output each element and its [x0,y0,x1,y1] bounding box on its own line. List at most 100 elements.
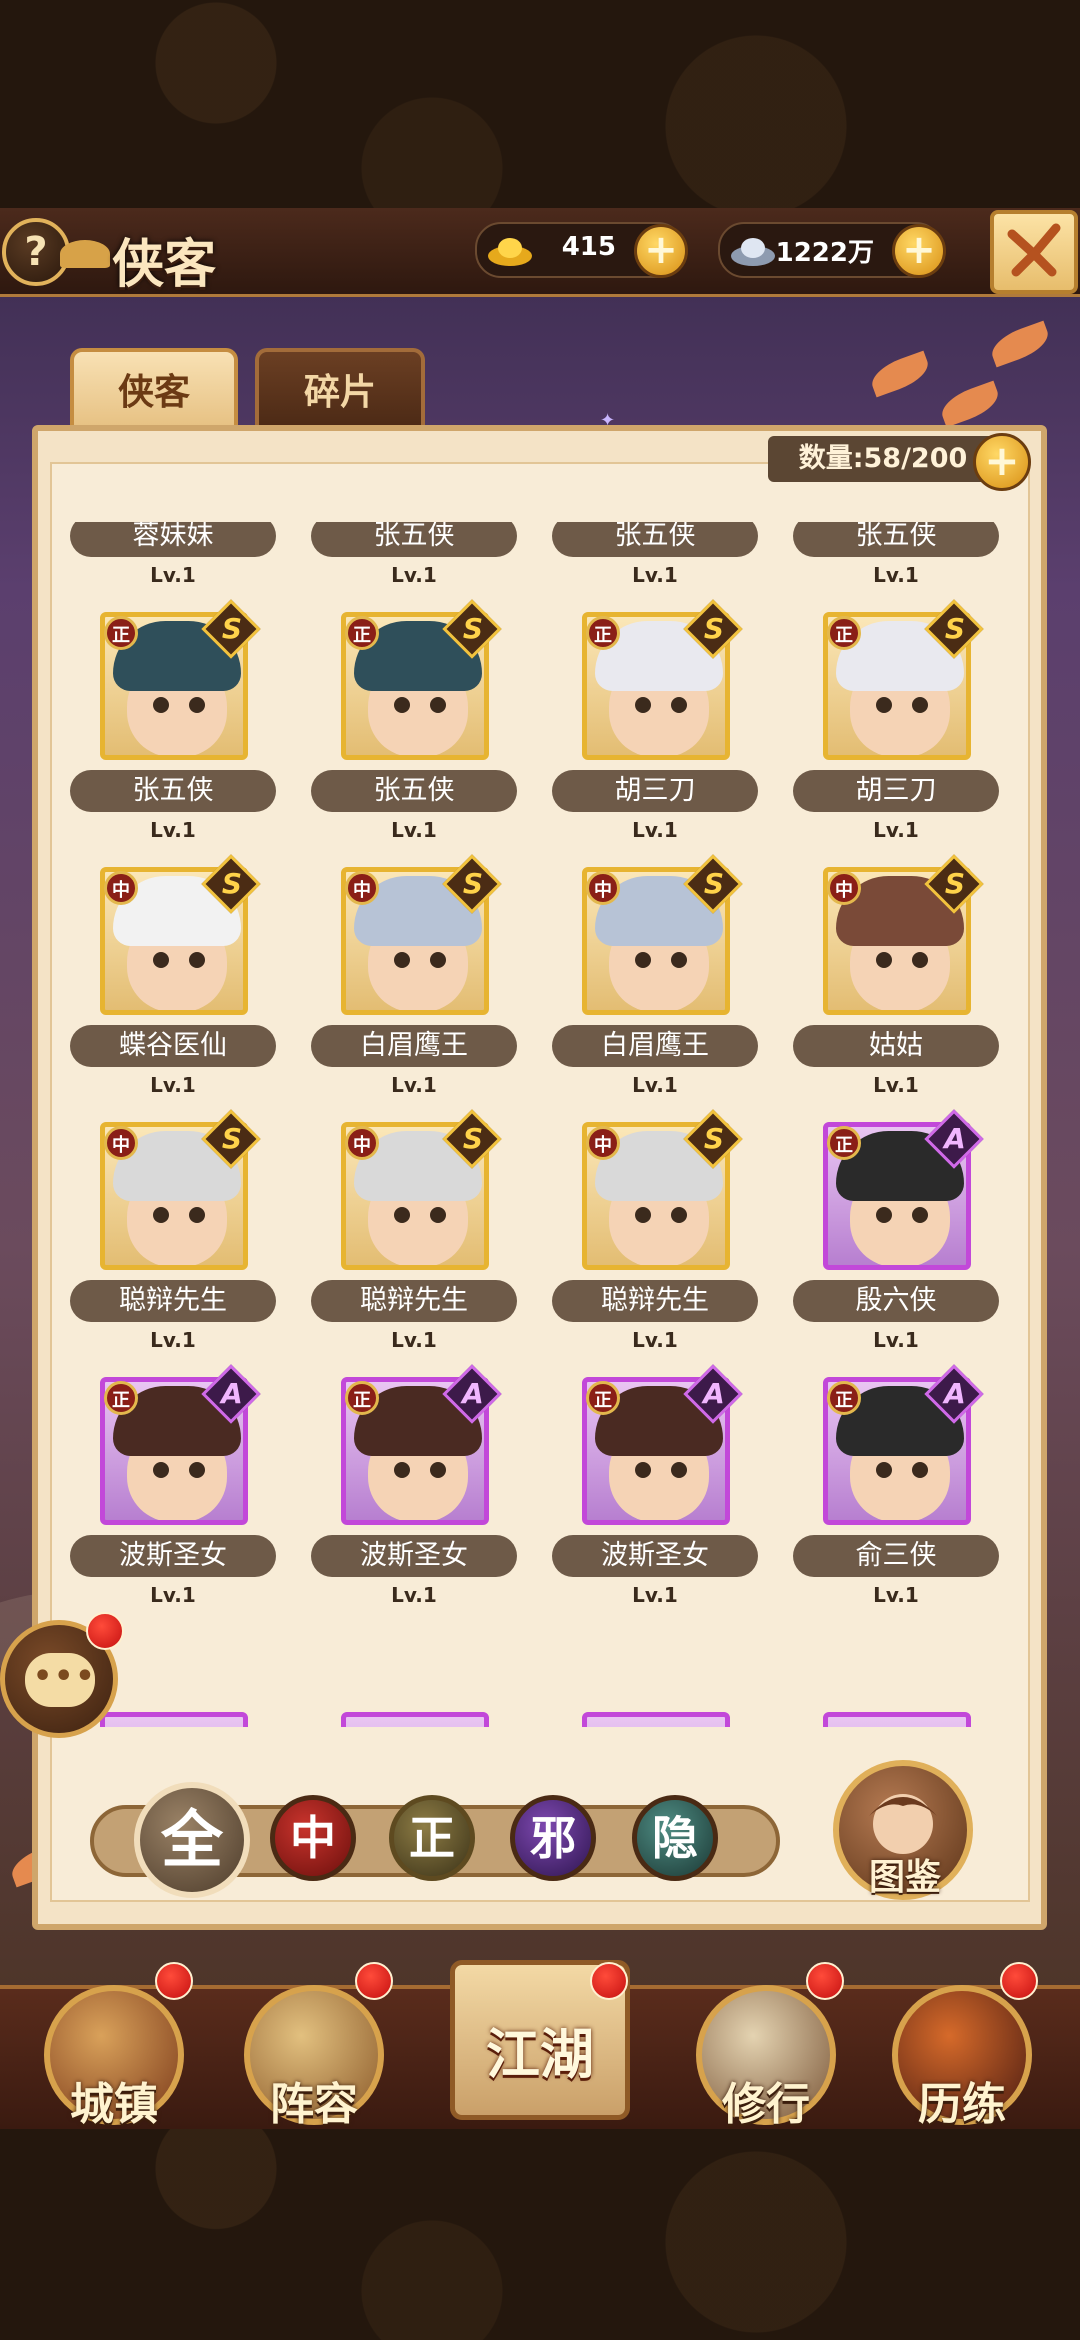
hero-level: Lv.1 [632,1328,678,1352]
hero-name: 白眉鹰王 [311,1025,517,1067]
grade-letter: S [703,867,725,900]
nav-trials-label: 历练 [918,2079,1006,2130]
hero-name: 白眉鹰王 [552,1025,758,1067]
hero-eye [394,697,410,713]
hero-eye [876,697,892,713]
expand-capacity-button[interactable]: + [973,433,1031,491]
hero-card[interactable]: 正 S 张五侠 Lv.1 [311,599,517,862]
hero-level: Lv.1 [391,1583,437,1607]
nav-town-label: 城镇 [70,2079,158,2130]
hero-card[interactable]: 正 A 波斯圣女 Lv.1 [552,1364,758,1627]
faction-badge: 中 [827,871,861,905]
hero-level: Lv.1 [873,1583,919,1607]
hero-level: Lv.1 [150,1073,196,1097]
hero-name: 殷六侠 [793,1280,999,1322]
filter-hidden-button[interactable]: 隐 [632,1795,718,1881]
hero-card[interactable]: 中 S 蝶谷医仙 Lv.1 [70,854,276,1117]
grade-letter: S [703,612,725,645]
hero-name: 姑姑 [793,1025,999,1067]
grade-letter: S [944,612,966,645]
hero-name: 胡三刀 [793,770,999,812]
add-gold-button[interactable]: + [634,224,688,278]
faction-badge: 正 [104,1381,138,1415]
hero-level: Lv.1 [150,563,196,587]
faction-badge: 中 [104,1126,138,1160]
hero-card[interactable]: 张五侠 Lv.1 [552,522,758,607]
hero-card[interactable]: 中 S 聪辩先生 Lv.1 [311,1109,517,1372]
hero-card[interactable]: 中 S 白眉鹰王 Lv.1 [311,854,517,1117]
tab-heroes[interactable]: 侠客 [70,348,238,430]
hero-level: Lv.1 [632,1073,678,1097]
grade-letter: S [462,1122,484,1155]
hero-card[interactable]: 正 A 波斯圣女 Lv.1 [311,1364,517,1627]
hero-card[interactable]: 正 A 波斯圣女 Lv.1 [70,1364,276,1627]
hero-eye [876,1462,892,1478]
hero-name: 张五侠 [793,522,999,557]
hero-level: Lv.1 [632,818,678,842]
hero-level: Lv.1 [873,1328,919,1352]
nav-trials-notification-dot [1000,1962,1038,2000]
hero-eye [671,952,687,968]
hero-name: 张五侠 [70,770,276,812]
faction-badge: 正 [104,616,138,650]
hero-level: Lv.1 [391,818,437,842]
faction-badge: 正 [827,1381,861,1415]
hero-name: 蓉妹妹 [70,522,276,557]
hero-name: 波斯圣女 [552,1535,758,1577]
faction-badge: 正 [345,1381,379,1415]
hero-eye [671,1207,687,1223]
filter-neutral-button[interactable]: 中 [270,1795,356,1881]
grade-letter: A [703,1377,725,1410]
hero-name: 胡三刀 [552,770,758,812]
hero-eye [876,1207,892,1223]
filter-righteous-button[interactable]: 正 [389,1795,475,1881]
codex-label: 图鉴 [868,1857,941,1898]
hero-card[interactable]: 蓉妹妹 Lv.1 [70,522,276,607]
hero-name: 蝶谷医仙 [70,1025,276,1067]
hero-level: Lv.1 [873,818,919,842]
hero-name: 张五侠 [552,522,758,557]
hero-card[interactable]: 张五侠 Lv.1 [793,522,999,607]
faction-badge: 正 [827,616,861,650]
add-silver-button[interactable]: + [892,224,946,278]
faction-badge: 正 [345,616,379,650]
hero-level: Lv.1 [873,563,919,587]
filter-evil-button[interactable]: 邪 [510,1795,596,1881]
maple-leaf-decoration [867,350,933,398]
grade-letter: A [462,1377,484,1410]
hero-eye [189,1462,205,1478]
maple-leaf-decoration [937,380,1003,428]
hero-name: 俞三侠 [793,1535,999,1577]
hero-card[interactable]: 正 S 胡三刀 Lv.1 [552,599,758,862]
hero-eye [671,1462,687,1478]
faction-badge: 正 [586,616,620,650]
hero-card[interactable]: 张五侠 Lv.1 [311,522,517,607]
tab-fragments[interactable]: 碎片 [255,348,425,430]
gold-amount: 415 [561,232,616,262]
hero-level: Lv.1 [391,1073,437,1097]
nav-lineup-notification-dot [355,1962,393,2000]
hero-card[interactable]: 正 S 胡三刀 Lv.1 [793,599,999,862]
hero-card[interactable]: 中 S 聪辩先生 Lv.1 [552,1109,758,1372]
silver-currency: 1222万 + [718,222,946,278]
silver-ingot-icon [731,238,775,266]
hero-card[interactable]: 中 S 白眉鹰王 Lv.1 [552,854,758,1117]
hero-card[interactable]: 正 S 张五侠 Lv.1 [70,599,276,862]
hero-name: 张五侠 [311,522,517,557]
chat-notification-dot [86,1612,124,1650]
grade-letter: S [221,612,243,645]
filter-all-button[interactable]: 全 [134,1782,250,1898]
grade-letter: S [703,1122,725,1155]
hero-card[interactable]: 中 S 聪辩先生 Lv.1 [70,1109,276,1372]
gold-currency: 415 + [475,222,688,278]
grade-letter: A [944,1377,966,1410]
hero-eye [189,1207,205,1223]
hero-card[interactable]: 中 S 姑姑 Lv.1 [793,854,999,1117]
hero-eye [635,697,651,713]
faction-badge: 中 [345,871,379,905]
hero-eye [153,1462,169,1478]
hero-card[interactable]: 正 A 殷六侠 Lv.1 [793,1109,999,1372]
close-button[interactable] [990,210,1078,294]
hero-card[interactable]: 正 A 俞三侠 Lv.1 [793,1364,999,1627]
grade-letter: A [944,1122,966,1155]
